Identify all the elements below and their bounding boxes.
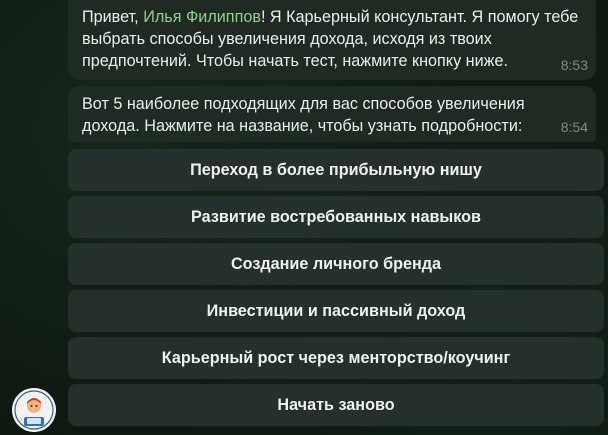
user-name-link[interactable]: Илья Филиппов (143, 8, 261, 26)
message-time: 8:53 (560, 57, 588, 73)
keyboard-button-mentoring[interactable]: Карьерный рост через менторство/коучинг (68, 337, 604, 379)
keyboard-button-investments[interactable]: Инвестиции и пассивный доход (68, 290, 604, 332)
message-text: Вот 5 наиболее подходящих для вас способ… (82, 95, 525, 135)
message-greeting: Привет, Илья Филиппов! Я Карьерный консу… (68, 0, 596, 80)
keyboard-button-restart[interactable]: Начать заново (68, 384, 604, 426)
keyboard-button-label: Создание личного бренда (230, 254, 442, 273)
keyboard-button-skills[interactable]: Развитие востребованных навыков (68, 196, 604, 238)
message-results: Вот 5 наиболее подходящих для вас способ… (68, 86, 596, 142)
message-time: 8:54 (560, 119, 588, 135)
keyboard-button-label: Карьерный рост через менторство/коучинг (161, 348, 511, 367)
keyboard-button-personal-brand[interactable]: Создание личного бренда (68, 243, 604, 285)
bot-avatar-icon[interactable] (12, 388, 56, 432)
message-text-before: Привет, (82, 8, 144, 26)
keyboard-button-label: Начать заново (277, 395, 395, 414)
keyboard-button-label: Инвестиции и пассивный доход (206, 301, 466, 320)
keyboard-button-label: Переход в более прибыльную нишу (190, 160, 482, 179)
keyboard-button-profitable-niche[interactable]: Переход в более прибыльную нишу (68, 149, 604, 191)
keyboard-button-label: Развитие востребованных навыков (191, 207, 481, 226)
